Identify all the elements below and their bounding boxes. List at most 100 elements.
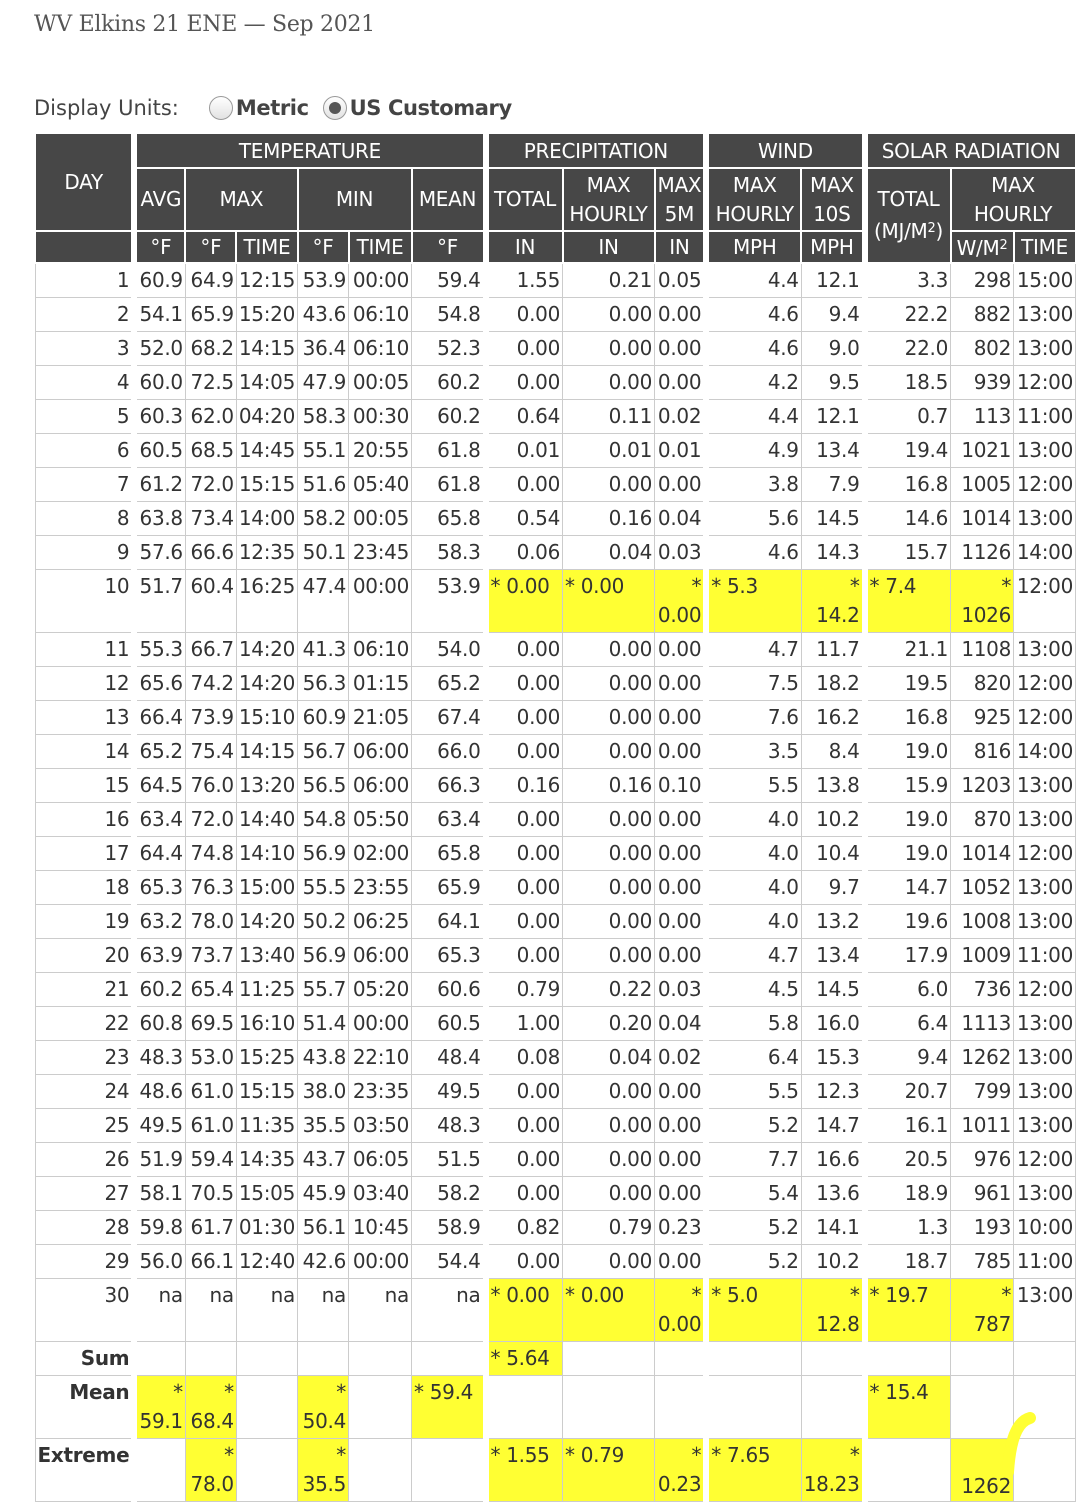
metric-radio-label[interactable]: Metric	[236, 96, 309, 120]
header-max-10s-1: MAX	[810, 172, 854, 197]
unit-avg: °F	[131, 230, 187, 264]
cell-max-time: 12:40	[235, 1243, 299, 1279]
cell-solar-total: 16.8	[861, 699, 952, 735]
metric-radio-icon[interactable]	[208, 96, 233, 120]
cell-avg: 51.9	[131, 1141, 186, 1177]
cell-mean: 49.5	[411, 1073, 486, 1109]
cell-total: 0.00	[482, 631, 563, 667]
cell-solar-total: 1.3	[861, 1209, 952, 1245]
unit-max-hourly: IN	[561, 230, 656, 264]
cell-max-hourly: 0.00	[562, 903, 655, 939]
cell-max-10s: 10.2	[800, 1243, 866, 1279]
cell-min: 36.4	[297, 330, 349, 366]
cell-solar-time: 14:00	[1013, 733, 1077, 769]
cell-min-time: 06:10	[348, 631, 412, 667]
cell-avg: 60.3	[131, 398, 186, 434]
cell-solar-total: 15.7	[861, 534, 952, 570]
footer-cell	[703, 1340, 802, 1376]
cell-max-5m: * 0.00	[654, 568, 707, 633]
cell-solar-time: 12:00	[1013, 466, 1077, 502]
footer-cell	[1013, 1340, 1077, 1376]
cell-min: 51.6	[297, 466, 349, 502]
cell-max-hourly: 0.00	[562, 699, 655, 735]
table-row: 28 59.8 61.7 01:30 56.1 10:45 58.9 0.82 0.79 0.23…	[34, 1209, 1077, 1245]
cell-max-5m: 0.00	[654, 801, 707, 837]
cell-min-time: 06:00	[348, 733, 412, 769]
cell-min-time: 03:40	[348, 1175, 412, 1211]
cell-max-10s: 15.3	[800, 1039, 866, 1075]
cell-max: 66.6	[184, 534, 237, 570]
cell-max-time: 15:05	[235, 1175, 299, 1211]
us-customary-radio[interactable]: US Customary	[322, 96, 513, 120]
cell-avg: 48.3	[131, 1039, 186, 1075]
cell-max: 74.2	[184, 665, 237, 701]
cell-total: 0.01	[482, 432, 563, 468]
cell-mean: 65.8	[411, 500, 486, 536]
footer-mean-avg: * 59.1	[131, 1374, 186, 1439]
cell-total: * 0.00	[482, 1277, 563, 1342]
cell-max-hourly: 0.21	[562, 262, 655, 298]
cell-wind-max-hourly: * 5.0	[703, 1277, 802, 1342]
header-blank	[33, 230, 136, 264]
cell-solar-max: 1262	[950, 1039, 1015, 1075]
cell-avg: 65.2	[131, 733, 186, 769]
cell-min-time: 06:00	[348, 937, 412, 973]
us-customary-radio-icon[interactable]	[322, 96, 347, 120]
cell-wind-max-hourly: 5.4	[703, 1175, 802, 1211]
footer-row-extreme: Extreme * 78.0 * 35.5 * 1.55 * 0.79 * 0.23 …	[34, 1437, 1077, 1502]
cell-total: 0.00	[482, 733, 563, 769]
cell-max-hourly: 0.00	[562, 1175, 655, 1211]
footer-row-mean: Mean * 59.1 * 68.4 * 50.4 * 59.4 * 15.4	[34, 1374, 1077, 1439]
cell-solar-max: 1011	[950, 1107, 1015, 1143]
cell-solar-max: 802	[950, 330, 1015, 366]
cell-solar-time: 12:00	[1013, 364, 1077, 400]
table-row: 9 57.6 66.6 12:35 50.1 23:45 58.3 0.06 0.04 0.03 4…	[34, 534, 1077, 570]
cell-min: 56.9	[297, 835, 349, 871]
footer-extreme-min: * 35.5	[297, 1437, 349, 1502]
table-row: 13 66.4 73.9 15:10 60.9 21:05 67.4 0.00 0.00 0.00…	[34, 699, 1077, 735]
display-units: Display Units: Metric US Customary	[34, 90, 526, 126]
us-customary-radio-label[interactable]: US Customary	[350, 96, 513, 120]
footer-cell	[800, 1340, 866, 1376]
table-row: 30 na na na na na na * 0.00 * 0.00 * 0.00 * 5.0 * 12.…	[34, 1277, 1077, 1342]
cell-avg: 60.8	[131, 1005, 186, 1041]
cell-solar-max: 736	[950, 971, 1015, 1007]
cell-max-time: 15:15	[235, 466, 299, 502]
cell-mean: 54.4	[411, 1243, 486, 1279]
cell-day: 14	[34, 733, 135, 769]
table-row: 6 60.5 68.5 14:45 55.1 20:55 61.8 0.01 0.01 0.01 4…	[34, 432, 1077, 468]
cell-max-5m: 0.23	[654, 1209, 707, 1245]
cell-min: 56.7	[297, 733, 349, 769]
cell-min: 56.3	[297, 665, 349, 701]
cell-avg: 52.0	[131, 330, 186, 366]
cell-min: 51.4	[297, 1005, 349, 1041]
cell-min-time: 06:05	[348, 1141, 412, 1177]
cell-avg: 60.0	[131, 364, 186, 400]
cell-min-time: 10:45	[348, 1209, 412, 1245]
cell-solar-time: 11:00	[1013, 937, 1077, 973]
footer-cell	[131, 1437, 186, 1502]
cell-max-time: 11:25	[235, 971, 299, 1007]
cell-wind-max-hourly: 5.5	[703, 767, 802, 803]
header-solar-total-2: (MJ/M	[874, 219, 928, 243]
cell-max: 68.2	[184, 330, 237, 366]
cell-avg: 57.6	[131, 534, 186, 570]
header-wind-max-hourly-1: MAX	[732, 172, 777, 197]
cell-solar-time: 13:00	[1013, 1005, 1077, 1041]
cell-solar-time: 13:00	[1013, 903, 1077, 939]
cell-solar-time: 13:00	[1013, 767, 1077, 803]
cell-min-time: 00:00	[348, 262, 412, 298]
cell-max-5m: 0.02	[654, 1039, 707, 1075]
cell-max: 68.5	[184, 432, 237, 468]
metric-radio[interactable]: Metric	[208, 96, 309, 120]
cell-min: 58.2	[297, 500, 349, 536]
cell-solar-time: 15:00	[1013, 262, 1077, 298]
cell-max-10s: 10.4	[800, 835, 866, 871]
cell-total: 0.00	[482, 665, 563, 701]
cell-max-time: 15:20	[235, 296, 299, 332]
cell-solar-max: 976	[950, 1141, 1015, 1177]
header-total: TOTAL	[482, 167, 564, 232]
cell-wind-max-hourly: 5.8	[703, 1005, 802, 1041]
cell-wind-max-hourly: 4.6	[703, 534, 802, 570]
cell-max-10s: 8.4	[800, 733, 866, 769]
